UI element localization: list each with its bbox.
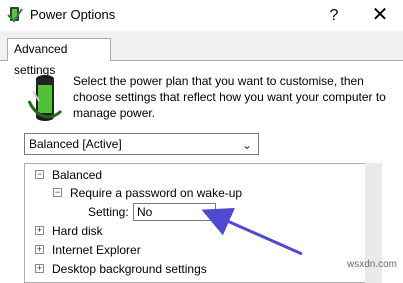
expand-icon[interactable]: + bbox=[35, 245, 44, 254]
advanced-settings-panel: Select the power plan that you want to c… bbox=[0, 60, 403, 283]
expand-icon[interactable]: + bbox=[35, 226, 44, 235]
close-button[interactable]: ✕ bbox=[357, 0, 403, 31]
watermark: wsxdn.com bbox=[346, 259, 397, 270]
collapse-icon[interactable]: − bbox=[53, 188, 62, 197]
setting-label: Setting: bbox=[88, 205, 129, 219]
chevron-down-icon: ⌄ bbox=[201, 206, 211, 218]
tree-item-label: Require a password on wake-up bbox=[70, 186, 243, 200]
collapse-icon[interactable]: − bbox=[35, 170, 44, 179]
chevron-down-icon: ⌄ bbox=[241, 138, 252, 152]
tree-item-label: Balanced bbox=[52, 168, 103, 182]
setting-dropdown[interactable]: No ⌄ bbox=[133, 203, 216, 221]
tab-advanced-settings[interactable]: Advanced settings bbox=[7, 38, 111, 77]
plan-description: Select the power plan that you want to c… bbox=[73, 74, 386, 120]
tree-item-label: Internet Explorer bbox=[52, 243, 141, 257]
window-title: Power Options bbox=[30, 7, 116, 22]
setting-value: No bbox=[137, 205, 153, 219]
tree-item-label: Desktop background settings bbox=[52, 262, 207, 276]
power-plan-dropdown[interactable]: Balanced [Active] ⌄ bbox=[24, 133, 259, 155]
window-body: Advanced settings Select the power plan … bbox=[0, 31, 403, 283]
power-options-icon bbox=[6, 5, 24, 23]
expand-icon[interactable]: + bbox=[35, 264, 44, 273]
tree-item-label: Hard disk bbox=[52, 224, 103, 238]
title-bar: Power Options ? ✕ bbox=[0, 0, 403, 31]
power-plan-value: Balanced [Active] bbox=[29, 137, 122, 151]
settings-tree: − Balanced − Require a password on wake-… bbox=[24, 163, 373, 283]
help-button[interactable]: ? bbox=[311, 0, 357, 31]
